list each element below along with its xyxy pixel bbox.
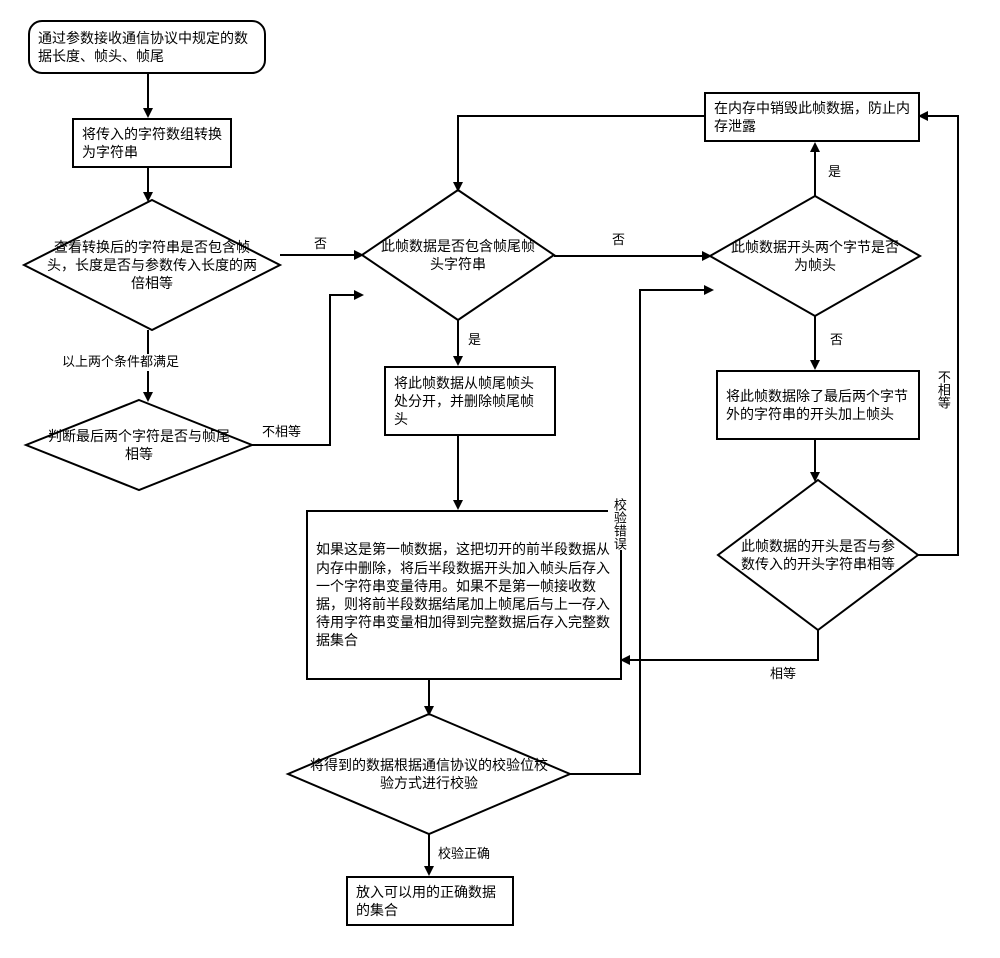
- flowchart-canvas: 通过参数接收通信协议中规定的数据长度、帧头、帧尾 将传入的字符数组转换为字符串 …: [0, 0, 1000, 958]
- label-yes-2: 是: [826, 164, 843, 181]
- label-not-equal-2: 不相等: [932, 370, 953, 409]
- label-not-equal-1: 不相等: [260, 424, 303, 441]
- label-no-1: 否: [312, 236, 329, 253]
- connectors: [0, 0, 1000, 958]
- label-verify-correct: 校验正确: [436, 846, 492, 863]
- label-verify-error: 校验错误: [608, 498, 629, 550]
- label-yes-1: 是: [466, 332, 483, 349]
- start-equal-param-text: 此帧数据的开头是否与参数传入的开头字符串相等: [718, 537, 918, 573]
- verify-text: 将得到的数据根据通信协议的校验位校验方式进行校验: [288, 756, 570, 792]
- check-tail-equal-text: 判断最后两个字符是否与帧尾相等: [26, 427, 252, 463]
- label-no-3: 否: [828, 332, 845, 349]
- label-equal: 相等: [768, 666, 798, 683]
- check-header-len-text: 查看转换后的字符串是否包含帧头，长度是否与参数传入长度的两倍相等: [24, 238, 280, 293]
- label-no-2: 否: [610, 232, 627, 249]
- contains-tail-head-text: 此帧数据是否包含帧尾帧头字符串: [362, 237, 554, 273]
- first-two-head-text: 此帧数据开头两个字节是否为帧头: [710, 238, 920, 274]
- label-both-satisfied: 以上两个条件都满足: [60, 354, 181, 371]
